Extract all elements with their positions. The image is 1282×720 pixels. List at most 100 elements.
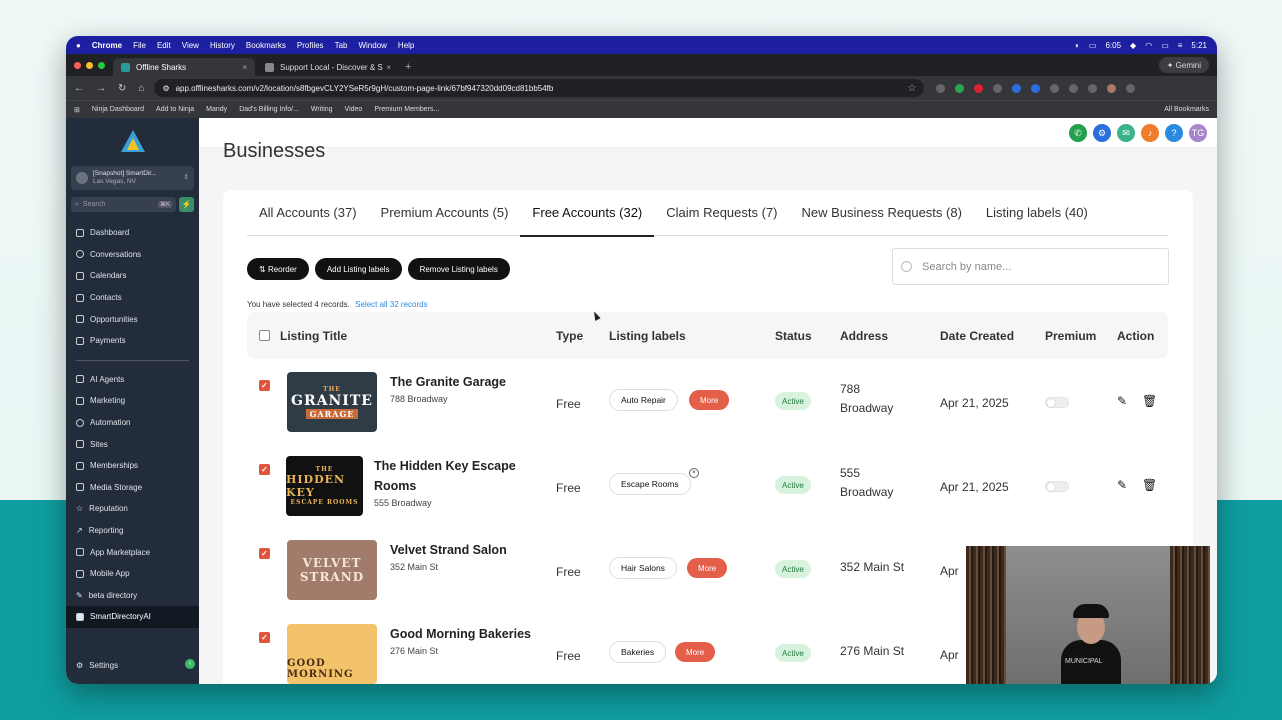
more-labels-button[interactable]: More bbox=[687, 558, 728, 578]
reorder-button[interactable]: ⇅ Reorder bbox=[247, 258, 309, 280]
menu-bookmarks[interactable]: Bookmarks bbox=[246, 41, 286, 50]
col-listing-labels[interactable]: Listing labels bbox=[609, 329, 686, 343]
all-bookmarks[interactable]: All Bookmarks bbox=[1164, 106, 1209, 113]
sidebar-item-dashboard[interactable]: Dashboard bbox=[66, 222, 199, 244]
menu-edit[interactable]: Edit bbox=[157, 41, 171, 50]
tab-free-accounts[interactable]: Free Accounts (32) bbox=[520, 190, 655, 237]
more-menu-icon[interactable] bbox=[1126, 83, 1136, 93]
battery-icon[interactable]: ▭ bbox=[1161, 41, 1169, 50]
menu-tab[interactable]: Tab bbox=[335, 41, 348, 50]
sidebar-item-conversations[interactable]: Conversations bbox=[66, 244, 199, 266]
menu-view[interactable]: View bbox=[182, 41, 199, 50]
quick-action-bolt-icon[interactable]: ⚡ bbox=[179, 197, 194, 212]
extension-icon[interactable] bbox=[1012, 83, 1022, 93]
wifi-icon[interactable]: ◠ bbox=[1145, 41, 1152, 50]
bookmark-video[interactable]: Video bbox=[345, 106, 363, 113]
close-window-icon[interactable] bbox=[74, 61, 81, 69]
apple-icon[interactable]: ● bbox=[76, 41, 81, 50]
sidebar-item-marketing[interactable]: Marketing bbox=[66, 390, 199, 412]
listing-name[interactable]: The Granite Garage bbox=[390, 372, 506, 392]
bookmark-ninja-dashboard[interactable]: Ninja Dashboard bbox=[92, 106, 144, 113]
sidebar-item-opportunities[interactable]: Opportunities bbox=[66, 308, 199, 330]
menu-window[interactable]: Window bbox=[358, 41, 386, 50]
dropbox-icon[interactable]: ◆ bbox=[1130, 41, 1136, 50]
extension-icon[interactable] bbox=[993, 83, 1003, 93]
menu-help[interactable]: Help bbox=[398, 41, 414, 50]
row-checkbox[interactable]: ✓ bbox=[259, 464, 270, 475]
home-icon[interactable]: ⌂ bbox=[138, 83, 144, 94]
sidepanel-icon[interactable] bbox=[1069, 83, 1079, 93]
megaphone-icon[interactable]: ✉ bbox=[1117, 124, 1135, 142]
listing-name[interactable]: Good Morning Bakeries bbox=[390, 624, 531, 644]
apps-icon[interactable]: ⊞ bbox=[74, 106, 80, 114]
select-all-checkbox[interactable] bbox=[259, 330, 270, 341]
sidebar-item-memberships[interactable]: Memberships bbox=[66, 455, 199, 477]
url-field[interactable]: ⚙ app.offlinesharks.com/v2/location/s8fb… bbox=[154, 79, 925, 97]
close-tab-icon[interactable]: × bbox=[242, 63, 247, 72]
sidebar-item-smartdirectoryai[interactable]: SmartDirectoryAI bbox=[66, 606, 199, 628]
premium-toggle[interactable] bbox=[1045, 397, 1069, 408]
listing-name[interactable]: Velvet Strand Salon bbox=[390, 540, 507, 560]
more-labels-button[interactable]: More bbox=[689, 390, 730, 410]
tab-all-accounts[interactable]: All Accounts (37) bbox=[259, 190, 357, 236]
close-tab-icon[interactable]: × bbox=[386, 63, 391, 72]
col-address[interactable]: Address bbox=[840, 329, 888, 343]
sidebar-item-reporting[interactable]: ↗ Reporting bbox=[66, 520, 199, 542]
sidebar-item-ai-agents[interactable]: AI Agents bbox=[66, 369, 199, 391]
menu-chrome[interactable]: Chrome bbox=[92, 41, 122, 50]
menu-history[interactable]: History bbox=[210, 41, 235, 50]
col-premium[interactable]: Premium bbox=[1045, 329, 1096, 343]
puzzle-icon[interactable] bbox=[1050, 83, 1060, 93]
browser-tab-offline-sharks[interactable]: Offline Sharks × bbox=[113, 58, 255, 76]
row-checkbox[interactable]: ✓ bbox=[259, 380, 270, 391]
trash-icon[interactable]: 🗑 bbox=[1142, 394, 1157, 408]
listing-label-chip[interactable]: Escape Rooms bbox=[609, 473, 691, 495]
reload-icon[interactable]: ↻ bbox=[118, 83, 126, 94]
timer-icon[interactable]: ▭ bbox=[1089, 41, 1097, 50]
bookmark-writing[interactable]: Writing bbox=[311, 106, 333, 113]
extension-icon[interactable] bbox=[974, 83, 984, 93]
browser-tab-support-local[interactable]: Support Local - Discover & S × bbox=[257, 58, 399, 76]
integration-icon[interactable]: ⚙ bbox=[1093, 124, 1111, 142]
bell-icon[interactable]: ♪ bbox=[1141, 124, 1159, 142]
sidebar-item-contacts[interactable]: Contacts bbox=[66, 287, 199, 309]
minimize-window-icon[interactable] bbox=[86, 61, 93, 69]
tab-claim-requests[interactable]: Claim Requests (7) bbox=[666, 190, 777, 236]
sidebar-item-reputation[interactable]: ☆ Reputation bbox=[66, 498, 199, 520]
help-icon[interactable]: ? bbox=[1165, 124, 1183, 142]
zoom-window-icon[interactable] bbox=[98, 61, 105, 69]
listing-name[interactable]: The Hidden Key Escape bbox=[374, 456, 516, 476]
control-center-icon[interactable]: ≡ bbox=[1178, 41, 1183, 50]
sidebar-item-automation[interactable]: Automation bbox=[66, 412, 199, 434]
bookmark-star-icon[interactable]: ☆ bbox=[907, 83, 916, 94]
sidebar-item-app-marketplace[interactable]: App Marketplace bbox=[66, 541, 199, 563]
sidebar-item-sites[interactable]: Sites bbox=[66, 433, 199, 455]
back-icon[interactable]: ← bbox=[74, 83, 84, 94]
edit-icon[interactable]: ✎ bbox=[1117, 478, 1127, 492]
user-avatar[interactable]: TG bbox=[1189, 124, 1207, 142]
phone-icon[interactable]: ✆ bbox=[1069, 124, 1087, 142]
site-info-icon[interactable]: ⚙ bbox=[162, 84, 169, 93]
more-labels-button[interactable]: More bbox=[675, 642, 716, 662]
extension-icon[interactable] bbox=[1031, 83, 1041, 93]
gemini-button[interactable]: ✦ Gemini bbox=[1158, 57, 1209, 73]
edit-icon[interactable]: ✎ bbox=[1117, 394, 1127, 408]
col-date-created[interactable]: Date Created bbox=[940, 329, 1014, 343]
extension-icon[interactable] bbox=[955, 83, 965, 93]
sidebar-item-settings[interactable]: ⚙ Settings bbox=[66, 654, 199, 676]
status-icon[interactable]: ◐ bbox=[1075, 41, 1080, 50]
bookmark-mandy[interactable]: Mandy bbox=[206, 106, 227, 113]
select-all-link[interactable]: Select all 32 records bbox=[355, 300, 427, 309]
menu-profiles[interactable]: Profiles bbox=[297, 41, 324, 50]
profile-avatar-icon[interactable] bbox=[1107, 83, 1117, 93]
listing-label-chip[interactable]: Auto Repair bbox=[609, 389, 678, 411]
brand-logo-icon[interactable] bbox=[118, 128, 148, 156]
col-listing-title[interactable]: Listing Title bbox=[280, 329, 347, 343]
sidebar-item-beta-directory[interactable]: ✎ beta directory bbox=[66, 585, 199, 607]
bookmark-add-to-ninja[interactable]: Add to Ninja bbox=[156, 106, 194, 113]
tab-new-business-requests[interactable]: New Business Requests (8) bbox=[802, 190, 962, 236]
row-checkbox[interactable]: ✓ bbox=[259, 632, 270, 643]
row-checkbox[interactable]: ✓ bbox=[259, 548, 270, 559]
extension-icon[interactable] bbox=[936, 83, 946, 93]
bookmark-dads-billing[interactable]: Dad's Billing Info/... bbox=[239, 106, 299, 113]
